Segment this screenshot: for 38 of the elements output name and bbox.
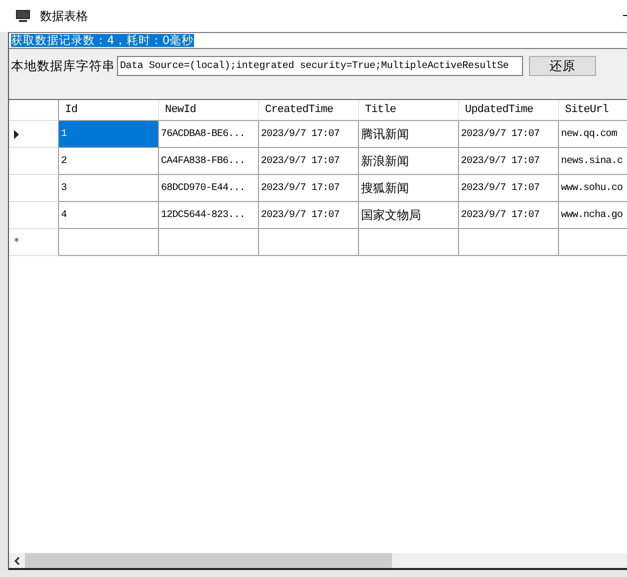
table-cell: 2023/9/7 17:07 [259, 202, 359, 229]
table-cell: 国家文物局 [359, 202, 459, 229]
table-cell: 2023/9/7 17:07 [259, 121, 359, 148]
column-header[interactable]: NewId [159, 100, 259, 121]
table-cell: 搜狐新闻 [359, 175, 459, 202]
table-cell: CA4FA838-FB6... [159, 148, 259, 175]
table-cell: 76ACDBA8-BE6... [159, 121, 259, 148]
table-cell: 68DCD970-E44... [159, 175, 259, 202]
connection-field[interactable]: Data Source=(local);integrated security=True;MultipleActiveResultSe [117, 56, 523, 76]
horizontal-scrollbar[interactable] [9, 553, 627, 568]
table-cell: 2023/9/7 17:07 [459, 202, 559, 229]
table-cell: 12DC5644-823... [159, 202, 259, 229]
monitor-icon [16, 10, 30, 22]
table-cell: 1 [59, 121, 159, 148]
column-header[interactable]: Title [359, 100, 459, 121]
table-cell: 4 [59, 202, 159, 229]
row-header[interactable]: * [9, 229, 59, 256]
table-cell: 3 [59, 175, 159, 202]
new-row-marker: * [14, 236, 19, 248]
current-row-icon [14, 130, 19, 138]
window-title: 数据表格 [40, 8, 88, 24]
table-cell: 2023/9/7 17:07 [459, 148, 559, 175]
scroll-thumb[interactable] [25, 553, 392, 568]
table-cell: 2 [59, 148, 159, 175]
table-cell: 腾讯新闻 [359, 121, 459, 148]
chevron-left-icon [14, 556, 20, 564]
minimize-icon[interactable] [623, 15, 627, 17]
table-cell: 新浪新闻 [359, 148, 459, 175]
table-cell: 2023/9/7 17:07 [259, 175, 359, 202]
restore-button[interactable]: 还原 [529, 56, 596, 76]
status-field[interactable]: 获取数据记录数：4，耗时：0毫秒 [9, 32, 627, 49]
table-cell: 2023/9/7 17:07 [459, 121, 559, 148]
column-header[interactable]: UpdatedTime [459, 100, 559, 121]
table-cell: 2023/9/7 17:07 [259, 148, 359, 175]
connection-label: 本地数据库字符串 [11, 58, 115, 74]
column-header[interactable]: Id [59, 100, 159, 121]
column-header[interactable]: CreatedTime [259, 100, 359, 121]
table-cell: 2023/9/7 17:07 [459, 175, 559, 202]
